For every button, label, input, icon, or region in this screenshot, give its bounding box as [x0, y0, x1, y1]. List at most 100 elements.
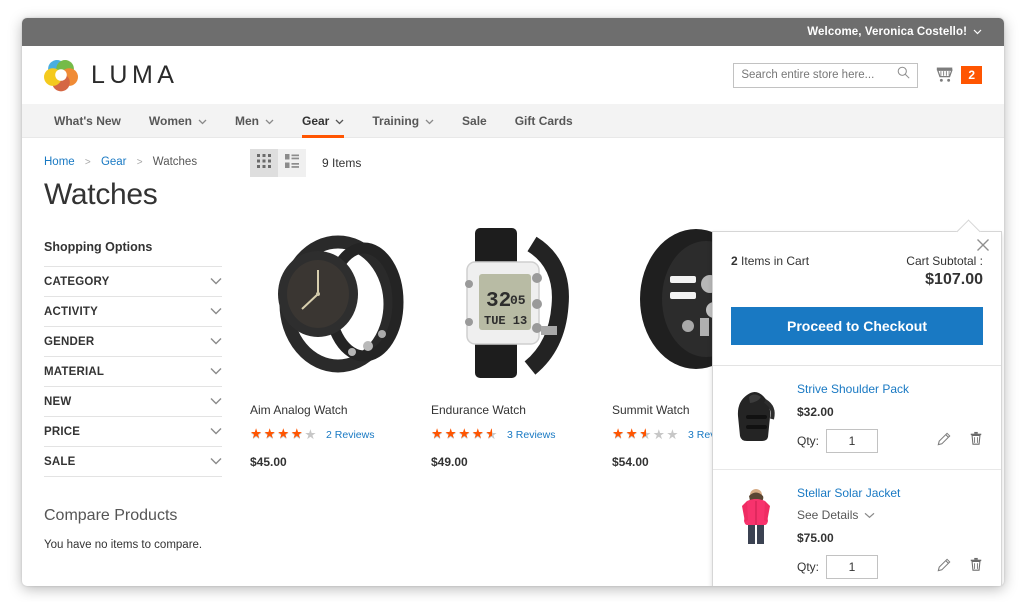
stars-filled: ★★★★★ — [612, 427, 646, 441]
nav-item-training[interactable]: Training — [358, 104, 448, 138]
breadcrumb-home[interactable]: Home — [44, 156, 75, 168]
cart-button[interactable]: 2 — [934, 63, 982, 88]
search-icon[interactable] — [897, 66, 910, 84]
sidebar: Home > Gear > Watches Watches Shopping O… — [44, 138, 222, 551]
delete-trash-icon[interactable] — [969, 431, 983, 451]
qty-label: Qty: — [797, 560, 820, 574]
breadcrumb-current: Watches — [152, 156, 198, 168]
filter-label: MATERIAL — [44, 365, 105, 378]
breadcrumb: Home > Gear > Watches — [44, 148, 222, 174]
minicart-item-actions — [937, 431, 983, 451]
filter-list: CATEGORY ACTIVITY GENDER MATERIAL NEW PR… — [44, 266, 222, 477]
nav-item-gift-cards[interactable]: Gift Cards — [501, 104, 587, 138]
nav-item-men[interactable]: Men — [221, 104, 288, 138]
page-content: Home > Gear > Watches Watches Shopping O… — [22, 138, 1004, 586]
filter-label: GENDER — [44, 335, 95, 348]
minicart-qty-row: Qty: — [797, 429, 983, 453]
minicart-product-name[interactable]: Stellar Solar Jacket — [797, 486, 983, 500]
minicart-qty-row: Qty: — [797, 555, 983, 579]
filter-label: NEW — [44, 395, 72, 408]
product-thumbnail-strive-shoulder-pack[interactable] — [731, 382, 781, 444]
logo[interactable]: LUMA — [44, 58, 178, 92]
product-image-endurance-watch[interactable]: 32 05 TUE 13 — [431, 208, 612, 389]
filter-label: ACTIVITY — [44, 305, 98, 318]
nav-item-gear[interactable]: Gear — [288, 104, 358, 138]
chevron-down-icon — [210, 306, 222, 318]
chevron-down-icon — [210, 426, 222, 438]
close-icon[interactable] — [976, 238, 992, 254]
product-name[interactable]: Aim Analog Watch — [250, 403, 431, 417]
chevron-down-icon — [210, 336, 222, 348]
nav-label: Women — [148, 113, 192, 128]
filter-category[interactable]: CATEGORY — [44, 267, 222, 297]
breadcrumb-separator: > — [136, 157, 143, 168]
minicart-product-name[interactable]: Strive Shoulder Pack — [797, 382, 983, 396]
compare-products-title: Compare Products — [44, 507, 178, 524]
product-card[interactable]: Aim Analog Watch ★★★★★ ★★★★★ 2 Reviews $… — [250, 208, 431, 469]
edit-pencil-icon[interactable] — [937, 558, 951, 577]
star-rating-icon: ★★★★★ ★★★★★ — [250, 427, 318, 443]
proceed-to-checkout-button[interactable]: Proceed to Checkout — [731, 307, 983, 345]
nav-item-sale[interactable]: Sale — [448, 104, 501, 138]
filter-label: SALE — [44, 455, 76, 468]
header-right-tools: 2 — [733, 62, 982, 88]
review-count-link[interactable]: 3 Reviews — [507, 429, 555, 441]
main-navigation: What's New Women Men Gear Training Sale … — [22, 104, 1004, 138]
product-price: $49.00 — [431, 455, 468, 469]
svg-text:TUE 13: TUE 13 — [484, 314, 527, 328]
minicart-subtotal-value: $107.00 — [925, 271, 983, 288]
product-rating[interactable]: ★★★★★ ★★★★★ 2 Reviews — [250, 427, 431, 443]
minicart-item-actions — [937, 557, 983, 577]
edit-pencil-icon[interactable] — [937, 432, 951, 451]
review-count-link[interactable]: 2 Reviews — [326, 429, 374, 441]
product-card[interactable]: 32 05 TUE 13 Endurance Watch ★★★★★ ★★★★ … — [431, 208, 612, 469]
star-rating-icon: ★★★★★ ★★★★★ — [431, 427, 499, 443]
nav-label: Training — [372, 113, 420, 128]
nav-label: What's New — [54, 113, 121, 128]
filter-label: CATEGORY — [44, 275, 110, 288]
top-welcome-bar: Welcome, Veronica Costello! — [22, 18, 1004, 46]
list-icon — [285, 153, 299, 173]
chevron-down-icon — [864, 508, 875, 522]
search-input[interactable] — [741, 69, 898, 81]
search-box[interactable] — [733, 62, 919, 88]
minicart-item: Strive Shoulder Pack $32.00 Qty: — [713, 366, 1001, 470]
grid-view-button[interactable] — [250, 149, 278, 177]
product-price: $45.00 — [250, 455, 287, 469]
page-title: Watches — [44, 178, 158, 211]
svg-text:32: 32 — [486, 290, 511, 313]
stars-filled: ★★★★★ — [431, 427, 492, 441]
site-header: LUMA Search entire store here... 2 — [22, 46, 1004, 104]
filter-gender[interactable]: GENDER — [44, 327, 222, 357]
delete-trash-icon[interactable] — [969, 557, 983, 577]
svg-text:05: 05 — [510, 293, 526, 308]
product-name[interactable]: Endurance Watch — [431, 403, 612, 417]
shopping-options-title: Shopping Options — [44, 240, 153, 254]
qty-input[interactable] — [826, 429, 879, 453]
qty-input[interactable] — [826, 555, 879, 579]
chevron-down-icon — [265, 114, 274, 128]
nav-item-women[interactable]: Women — [135, 104, 221, 138]
filter-activity[interactable]: ACTIVITY — [44, 297, 222, 327]
product-rating[interactable]: ★★★★★ ★★★★★ 3 Reviews — [431, 427, 612, 443]
filter-new[interactable]: NEW — [44, 387, 222, 417]
nav-label: Gift Cards — [514, 113, 573, 128]
see-details-toggle[interactable]: See Details — [797, 508, 983, 522]
breadcrumb-gear[interactable]: Gear — [101, 156, 127, 168]
chevron-down-icon — [210, 456, 222, 468]
account-chevron-down-icon[interactable] — [973, 29, 982, 35]
product-thumbnail-stellar-solar-jacket[interactable] — [731, 486, 781, 548]
breadcrumb-separator: > — [84, 157, 91, 168]
filter-material[interactable]: MATERIAL — [44, 357, 222, 387]
minicart-item: Stellar Solar Jacket See Details $75.00 … — [713, 470, 1001, 586]
star-rating-icon: ★★★★★ ★★★★★ — [612, 427, 680, 443]
items-count: 9 Items — [322, 156, 362, 170]
minicart-product-price: $32.00 — [797, 405, 834, 419]
product-image-aim-analog-watch[interactable] — [250, 208, 431, 389]
nav-item-whats-new[interactable]: What's New — [44, 104, 135, 138]
shopping-cart-icon[interactable] — [934, 63, 956, 88]
minicart-dropdown: 2 Items in Cart Cart Subtotal : $107.00 … — [712, 231, 1002, 586]
filter-price[interactable]: PRICE — [44, 417, 222, 447]
list-view-button[interactable] — [278, 149, 306, 177]
filter-sale[interactable]: SALE — [44, 447, 222, 477]
